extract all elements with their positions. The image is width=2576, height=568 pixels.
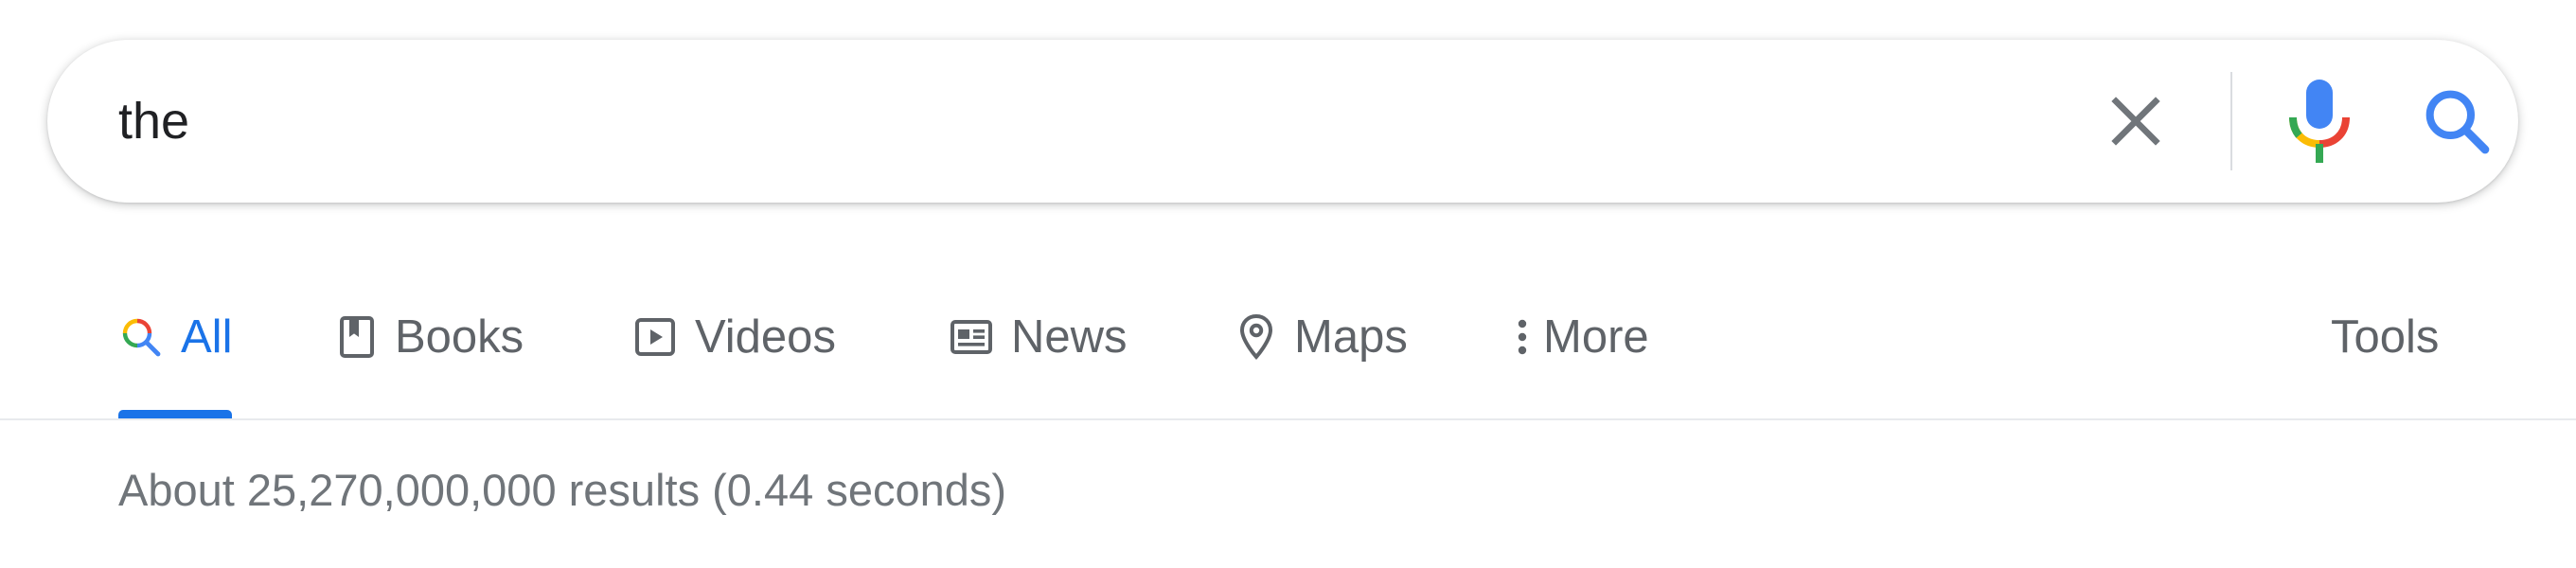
newspaper-icon	[949, 314, 994, 360]
tab-label: More	[1543, 311, 1649, 363]
tab-label: News	[1011, 311, 1128, 363]
play-box-icon	[632, 314, 678, 360]
search-box-divider	[2230, 72, 2232, 170]
close-icon	[2111, 97, 2160, 146]
voice-search-button[interactable]	[2282, 76, 2357, 167]
tools-label: Tools	[2331, 311, 2440, 363]
clear-search-button[interactable]	[2102, 87, 2170, 155]
search-tabs: All Books Videos News Maps More Tools	[0, 284, 2576, 418]
tab-label: Maps	[1294, 311, 1408, 363]
tools-button[interactable]: Tools	[2331, 284, 2439, 418]
tabs-divider	[0, 418, 2576, 420]
search-input[interactable]	[118, 74, 1993, 169]
search-icon	[2425, 90, 2490, 154]
map-pin-icon	[1235, 312, 1277, 362]
active-tab-indicator	[118, 410, 233, 418]
more-vert-icon	[1515, 314, 1530, 360]
tab-videos[interactable]: Videos	[632, 284, 836, 418]
search-submit-button[interactable]	[2419, 83, 2495, 159]
microphone-icon	[2289, 80, 2350, 163]
book-icon	[336, 314, 378, 360]
result-stats: About 25,270,000,000 results (0.44 secon…	[118, 465, 1007, 515]
tab-all[interactable]: All	[118, 284, 233, 418]
tab-label: All	[181, 311, 233, 363]
tab-label: Videos	[695, 311, 836, 363]
search-box	[47, 40, 2518, 203]
search-multicolor-icon	[118, 314, 164, 360]
tab-maps[interactable]: Maps	[1235, 284, 1408, 418]
tab-more[interactable]: More	[1515, 284, 1649, 418]
tab-books[interactable]: Books	[336, 284, 524, 418]
tab-label: Books	[395, 311, 524, 363]
search-results-page: All Books	[0, 0, 2576, 568]
tab-news[interactable]: News	[949, 284, 1128, 418]
